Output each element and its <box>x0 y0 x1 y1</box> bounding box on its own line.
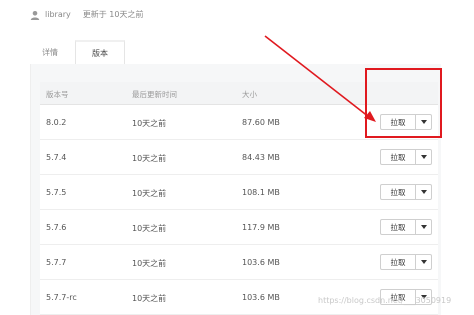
size-cell: 108.1 MB <box>242 188 280 197</box>
updated-cell: 10天之前 <box>132 224 167 233</box>
size-cell: 117.9 MB <box>242 223 280 232</box>
updated-cell: 10天之前 <box>132 189 167 198</box>
pull-dropdown-toggle[interactable] <box>416 149 432 165</box>
table-row: 5.7.5 10天之前 108.1 MB 拉取 <box>40 175 438 210</box>
tab-bar: 详情 版本 <box>30 40 440 65</box>
size-cell: 103.6 MB <box>242 293 280 302</box>
version-cell: 5.7.7 <box>46 258 67 267</box>
pull-button[interactable]: 拉取 <box>380 219 416 235</box>
pull-button-group: 拉取 <box>380 149 432 165</box>
pull-button[interactable]: 拉取 <box>380 149 416 165</box>
image-meta: library 更新于 10天之前 <box>30 9 143 20</box>
version-cell: 5.7.6 <box>46 223 67 232</box>
version-cell: 8.0.2 <box>46 118 67 127</box>
size-cell: 84.43 MB <box>242 153 280 162</box>
caret-down-icon <box>420 260 427 264</box>
pull-dropdown-toggle[interactable] <box>416 219 432 235</box>
annotation-highlight-box <box>365 68 442 138</box>
updated-cell: 10天之前 <box>132 119 167 128</box>
watermark: https://blog.csdn.net/___3050919 <box>318 296 452 305</box>
updated-cell: 10天之前 <box>132 294 167 303</box>
caret-down-icon <box>420 190 427 194</box>
updated-time: 更新于 10天之前 <box>82 10 144 19</box>
cropped-title <box>0 0 474 2</box>
header-size: 大小 <box>242 90 257 99</box>
size-cell: 103.6 MB <box>242 258 280 267</box>
pull-button-group: 拉取 <box>380 184 432 200</box>
version-cell: 5.7.4 <box>46 153 67 162</box>
table-row: 5.7.7 10天之前 103.6 MB 拉取 <box>40 245 438 280</box>
pull-dropdown-toggle[interactable] <box>416 184 432 200</box>
size-cell: 87.60 MB <box>242 118 280 127</box>
tab-details[interactable]: 详情 <box>30 40 70 64</box>
caret-down-icon <box>420 225 427 229</box>
caret-down-icon <box>420 155 427 159</box>
updated-cell: 10天之前 <box>132 259 167 268</box>
pull-button-group: 拉取 <box>380 254 432 270</box>
user-icon <box>30 10 40 20</box>
pull-button[interactable]: 拉取 <box>380 184 416 200</box>
table-row: 5.7.6 10天之前 117.9 MB 拉取 <box>40 210 438 245</box>
version-cell: 5.7.7-rc <box>46 293 77 302</box>
pull-button[interactable]: 拉取 <box>380 254 416 270</box>
owner-name[interactable]: library <box>45 10 71 19</box>
pull-button-group: 拉取 <box>380 219 432 235</box>
header-updated: 最后更新时间 <box>132 90 177 99</box>
tab-versions[interactable]: 版本 <box>75 40 125 65</box>
version-cell: 5.7.5 <box>46 188 67 197</box>
updated-cell: 10天之前 <box>132 154 167 163</box>
pull-dropdown-toggle[interactable] <box>416 254 432 270</box>
table-row: 5.7.4 10天之前 84.43 MB 拉取 <box>40 140 438 175</box>
header-version: 版本号 <box>46 90 69 99</box>
